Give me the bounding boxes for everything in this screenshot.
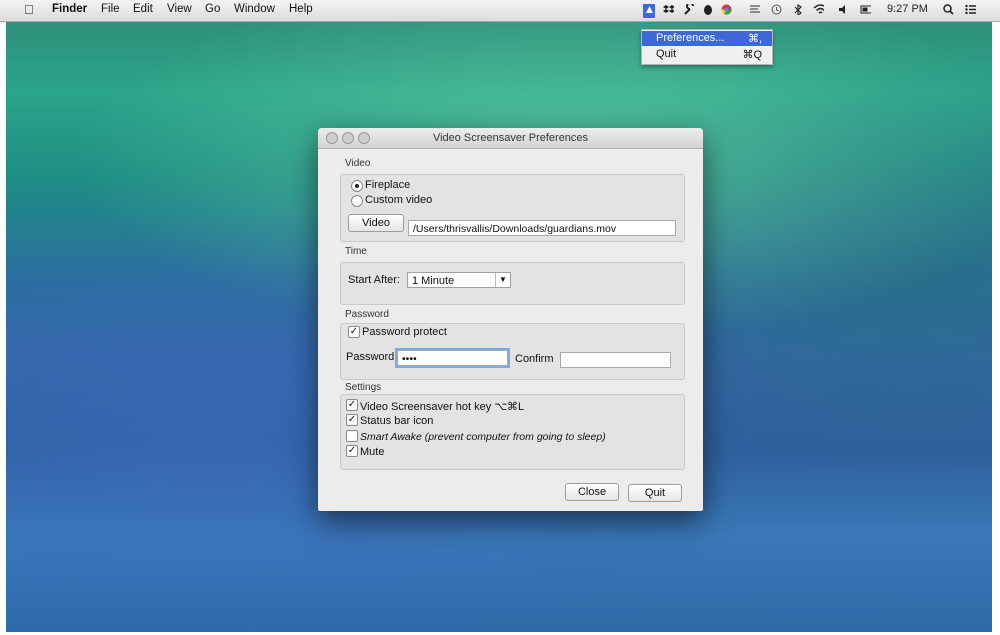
menu-item-quit[interactable]: Quit ⌘Q bbox=[642, 47, 772, 62]
fireplace-label: Fireplace bbox=[365, 179, 411, 191]
status-bar-icon-label: Status bar icon bbox=[360, 415, 434, 427]
start-after-value: 1 Minute bbox=[412, 275, 455, 287]
start-after-select[interactable]: 1 Minute ▼ bbox=[407, 272, 511, 288]
settings-section-label: Settings bbox=[345, 382, 382, 393]
confirm-label: Confirm bbox=[515, 353, 554, 365]
menu-file[interactable]: File bbox=[101, 3, 120, 15]
screensaver-glyph-icon bbox=[646, 6, 653, 13]
volume-icon[interactable] bbox=[838, 4, 849, 15]
spotlight-icon[interactable] bbox=[943, 4, 954, 15]
video-path-field[interactable]: /Users/thrisvallis/Downloads/guardians.m… bbox=[408, 220, 676, 236]
menu-bar-clock[interactable]: 9:27 PM bbox=[887, 3, 928, 15]
password-field[interactable]: •••• bbox=[397, 350, 508, 366]
quit-button[interactable]: Quit bbox=[628, 484, 682, 502]
menu-bar:  Finder File Edit View Go Window Help 9… bbox=[0, 0, 1000, 22]
fireplace-radio[interactable] bbox=[351, 180, 363, 192]
menu-item-preferences[interactable]: Preferences... ⌘, bbox=[642, 31, 772, 46]
chevron-down-icon: ▼ bbox=[495, 273, 510, 287]
menu-view[interactable]: View bbox=[167, 3, 192, 15]
apple-menu-icon[interactable]:  bbox=[24, 2, 34, 17]
hotkey-label: Video Screensaver hot key ⌥⌘L bbox=[360, 401, 525, 413]
video-button[interactable]: Video bbox=[348, 214, 404, 232]
custom-video-label: Custom video bbox=[365, 194, 433, 206]
custom-video-radio[interactable] bbox=[351, 195, 363, 207]
password-section-label: Password bbox=[345, 309, 389, 320]
mute-label: Mute bbox=[360, 446, 385, 458]
password-protect-label: Password protect bbox=[362, 326, 447, 338]
start-after-label: Start After: bbox=[348, 274, 400, 286]
mute-checkbox[interactable]: ✓ bbox=[346, 445, 358, 457]
chrome-icon[interactable] bbox=[721, 4, 732, 15]
menu-finder[interactable]: Finder bbox=[52, 3, 87, 15]
wifi-icon[interactable] bbox=[813, 4, 824, 15]
hotkey-checkbox[interactable]: ✓ bbox=[346, 399, 358, 411]
menu-window[interactable]: Window bbox=[234, 3, 275, 15]
time-section-label: Time bbox=[345, 246, 367, 257]
dropbox-icon[interactable] bbox=[663, 4, 674, 15]
battery-icon[interactable] bbox=[860, 4, 871, 15]
password-protect-checkbox[interactable]: ✓ bbox=[348, 326, 360, 338]
wrench-icon[interactable] bbox=[684, 4, 695, 15]
time-machine-icon[interactable] bbox=[771, 4, 782, 15]
window-title: Video Screensaver Preferences bbox=[432, 132, 589, 144]
smart-awake-checkbox[interactable] bbox=[346, 430, 358, 442]
video-section-label: Video bbox=[345, 158, 371, 169]
menu-help[interactable]: Help bbox=[289, 3, 313, 15]
bluetooth-icon[interactable] bbox=[794, 4, 805, 15]
window-titlebar[interactable]: Video Screensaver Preferences bbox=[318, 128, 703, 149]
status-bar-icon-checkbox[interactable]: ✓ bbox=[346, 414, 358, 426]
status-menu-dropdown: Preferences... ⌘, Quit ⌘Q bbox=[641, 29, 773, 65]
preferences-window: Video Screensaver Preferences Video Fire… bbox=[318, 128, 703, 511]
password-label: Password bbox=[346, 351, 395, 363]
list-icon[interactable] bbox=[965, 4, 976, 15]
menu-go[interactable]: Go bbox=[205, 3, 220, 15]
menu-edit[interactable]: Edit bbox=[133, 3, 153, 15]
confirm-field[interactable] bbox=[560, 352, 671, 368]
evernote-icon[interactable] bbox=[703, 4, 714, 15]
smart-awake-label: Smart Awake (prevent computer from going… bbox=[360, 431, 606, 443]
cast-icon[interactable] bbox=[749, 4, 760, 15]
close-button[interactable]: Close bbox=[565, 483, 619, 501]
